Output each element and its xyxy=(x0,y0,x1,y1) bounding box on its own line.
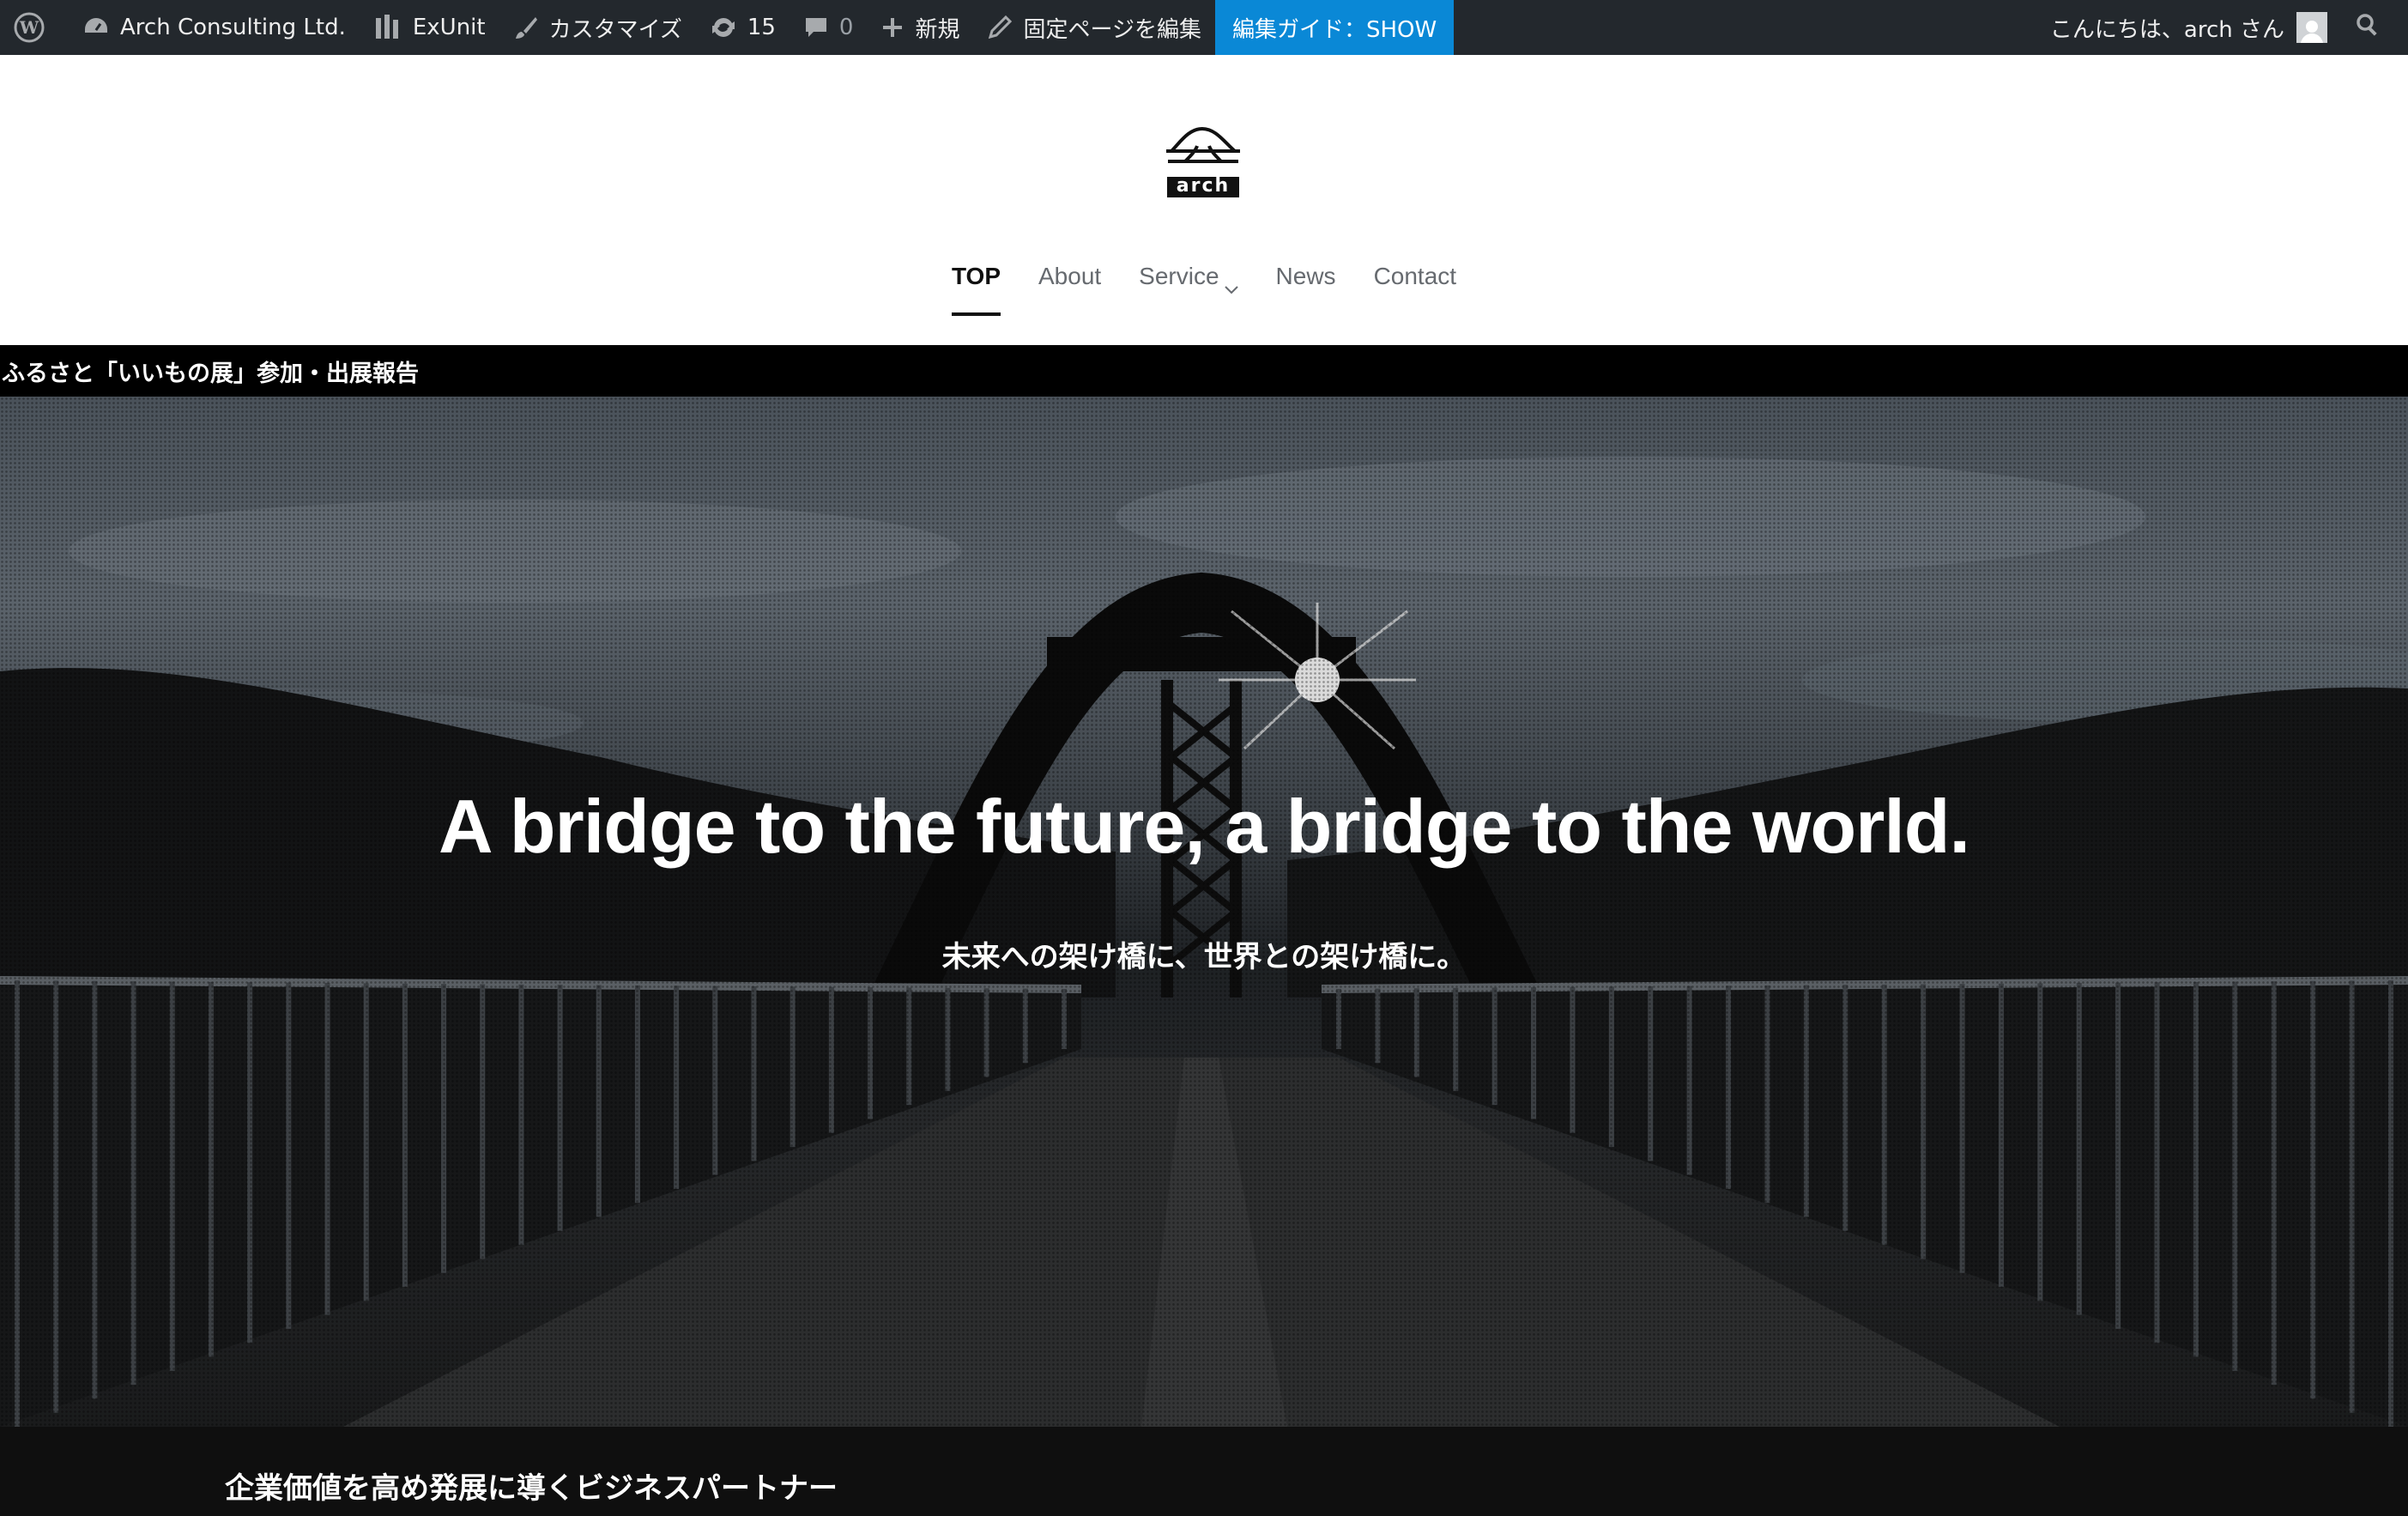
nav-item-label: News xyxy=(1275,263,1336,289)
new-content-label: 新規 xyxy=(915,16,960,43)
comments-button[interactable]: 0 xyxy=(790,0,868,55)
customize-button[interactable]: カスタマイズ xyxy=(499,0,696,55)
hero-title: A bridge to the future, a bridge to the … xyxy=(438,784,1970,869)
nav-item-about[interactable]: About xyxy=(1019,263,1120,318)
paintbrush-icon xyxy=(513,15,539,40)
edit-guide-button[interactable]: 編集ガイド：SHOW xyxy=(1214,0,1455,55)
intro-section: 企業価値を高め発展に導くビジネスパートナー xyxy=(0,1427,2408,1516)
exunit-icon xyxy=(373,13,402,42)
avatar xyxy=(2296,12,2327,43)
dashboard-icon xyxy=(82,14,110,41)
nav-item-label: TOP xyxy=(951,263,1001,289)
section-title: 企業価値を高め発展に導くビジネスパートナー xyxy=(225,1471,838,1506)
svg-text:W: W xyxy=(19,17,39,38)
customize-label: カスタマイズ xyxy=(548,16,682,43)
wordpress-icon: W xyxy=(14,12,45,43)
updates-button[interactable]: 15 xyxy=(696,0,790,55)
comment-icon xyxy=(803,15,829,40)
logo-text: arch xyxy=(1176,175,1231,197)
nav-item-top[interactable]: TOP xyxy=(933,263,1019,318)
nav-item-news[interactable]: News xyxy=(1257,263,1355,318)
edit-guide-label: 編集ガイド：SHOW xyxy=(1231,16,1437,43)
news-ticker[interactable]: ふるさと「いいもの展」参加・出展報告 xyxy=(0,345,2408,397)
site-name-label: Arch Consulting Ltd. xyxy=(120,15,346,40)
updates-icon xyxy=(710,14,737,41)
main-navigation: TOP About Service News Contact xyxy=(0,263,2408,318)
exunit-button[interactable]: ExUnit xyxy=(360,0,499,55)
search-button[interactable] xyxy=(2341,0,2394,55)
edit-page-label: 固定ページを編集 xyxy=(1023,16,1201,43)
hero-banner: A bridge to the future, a bridge to the … xyxy=(0,397,2408,1427)
pencil-icon xyxy=(987,15,1013,40)
updates-count: 15 xyxy=(747,15,776,40)
site-name-button[interactable]: Arch Consulting Ltd. xyxy=(69,0,360,55)
greeting-label: こんにちは、arch さん xyxy=(2049,16,2284,43)
nav-item-service[interactable]: Service xyxy=(1120,263,1256,318)
nav-item-contact[interactable]: Contact xyxy=(1355,263,1476,318)
edit-page-button[interactable]: 固定ページを編集 xyxy=(973,0,1214,55)
search-icon xyxy=(2355,12,2381,44)
site-header: arch TOP About Service News Contact xyxy=(0,55,2408,345)
hero-overlay xyxy=(0,397,2408,1427)
wordpress-logo-button[interactable]: W xyxy=(0,0,69,55)
site-logo[interactable]: arch xyxy=(1165,125,1242,199)
plus-icon xyxy=(880,15,905,39)
comments-count: 0 xyxy=(838,15,854,40)
hero-subtitle: 未来への架け橋に、世界との架け橋に。 xyxy=(941,940,1467,974)
nav-item-label: Service xyxy=(1139,263,1219,289)
ticker-text: ふるさと「いいもの展」参加・出展報告 xyxy=(2,360,419,387)
new-content-button[interactable]: 新規 xyxy=(867,0,973,55)
chevron-down-icon xyxy=(1224,273,1238,300)
nav-item-label: About xyxy=(1038,263,1102,289)
exunit-label: ExUnit xyxy=(412,15,486,40)
nav-item-label: Contact xyxy=(1373,263,1457,289)
admin-bar: W Arch Consulting Ltd. ExUnit カスタマイズ 15 … xyxy=(0,0,2408,55)
my-account-button[interactable]: こんにちは、arch さん xyxy=(2036,0,2341,55)
